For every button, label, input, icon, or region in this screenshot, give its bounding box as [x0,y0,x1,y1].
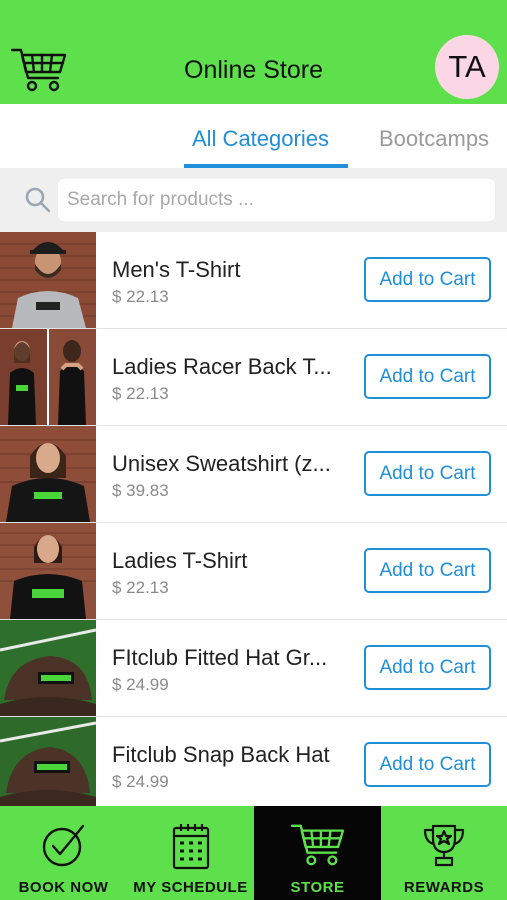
user-avatar[interactable]: TA [435,35,499,99]
product-name: Ladies T-Shirt [112,548,248,573]
check-circle-icon [42,824,84,867]
page-title: Online Store [184,56,323,84]
product-row[interactable]: FItclub Fitted Hat Gr... $ 24.99 Add to … [0,620,507,717]
nav-rewards[interactable]: REWARDS [381,806,507,900]
product-name: Fitclub Snap Back Hat [112,742,330,767]
add-to-cart-button[interactable]: Add to Cart [364,645,491,690]
product-name: Ladies Racer Back T... [112,354,332,379]
nav-label: BOOK NOW [18,879,109,896]
search-bar [0,168,507,232]
nav-label: REWARDS [403,879,485,896]
product-row[interactable]: Ladies T-Shirt $ 22.13 Add to Cart [0,523,507,620]
app-header: Online Store TA [0,0,507,104]
product-name: Unisex Sweatshirt (z... [112,451,331,476]
product-price: $ 24.99 [112,675,169,694]
search-input[interactable] [58,179,495,221]
nav-book-now[interactable]: BOOK NOW [0,806,127,900]
product-image [0,523,96,619]
product-price: $ 22.13 [112,287,169,306]
tab-all-categories[interactable]: All Categories [192,126,329,152]
product-price: $ 24.99 [112,772,169,791]
product-image [0,329,96,425]
product-image [0,232,96,328]
bottom-nav: BOOK NOW MY SCHEDULE STORE REWARDS [0,806,507,900]
product-image [0,717,96,813]
shopping-cart-icon [290,824,344,866]
product-price: $ 22.13 [112,578,169,597]
calendar-icon [172,824,209,870]
product-row[interactable]: Ladies Racer Back T... $ 22.13 Add to Ca… [0,329,507,426]
product-row[interactable]: Unisex Sweatshirt (z... $ 39.83 Add to C… [0,426,507,523]
product-name: Men's T-Shirt [112,257,241,282]
product-image [0,426,96,522]
product-price: $ 22.13 [112,384,169,403]
tab-bootcamps[interactable]: Bootcamps [379,126,489,152]
trophy-icon [423,824,465,867]
add-to-cart-button[interactable]: Add to Cart [364,451,491,496]
add-to-cart-button[interactable]: Add to Cart [364,257,491,302]
nav-store[interactable]: STORE [254,806,381,900]
product-price: $ 39.83 [112,481,169,500]
add-to-cart-button[interactable]: Add to Cart [364,548,491,593]
product-row[interactable]: Fitclub Snap Back Hat $ 24.99 Add to Car… [0,717,507,814]
nav-label: MY SCHEDULE [133,879,248,896]
product-name: FItclub Fitted Hat Gr... [112,645,328,670]
add-to-cart-button[interactable]: Add to Cart [364,742,491,787]
nav-my-schedule[interactable]: MY SCHEDULE [127,806,254,900]
add-to-cart-button[interactable]: Add to Cart [364,354,491,399]
search-icon [25,187,51,213]
category-tabs: All Categories Bootcamps [0,104,507,168]
nav-label: STORE [290,879,345,896]
product-row[interactable]: Men's T-Shirt $ 22.13 Add to Cart [0,232,507,329]
product-list: Men's T-Shirt $ 22.13 Add to Cart Ladies… [0,232,507,814]
product-image [0,620,96,716]
